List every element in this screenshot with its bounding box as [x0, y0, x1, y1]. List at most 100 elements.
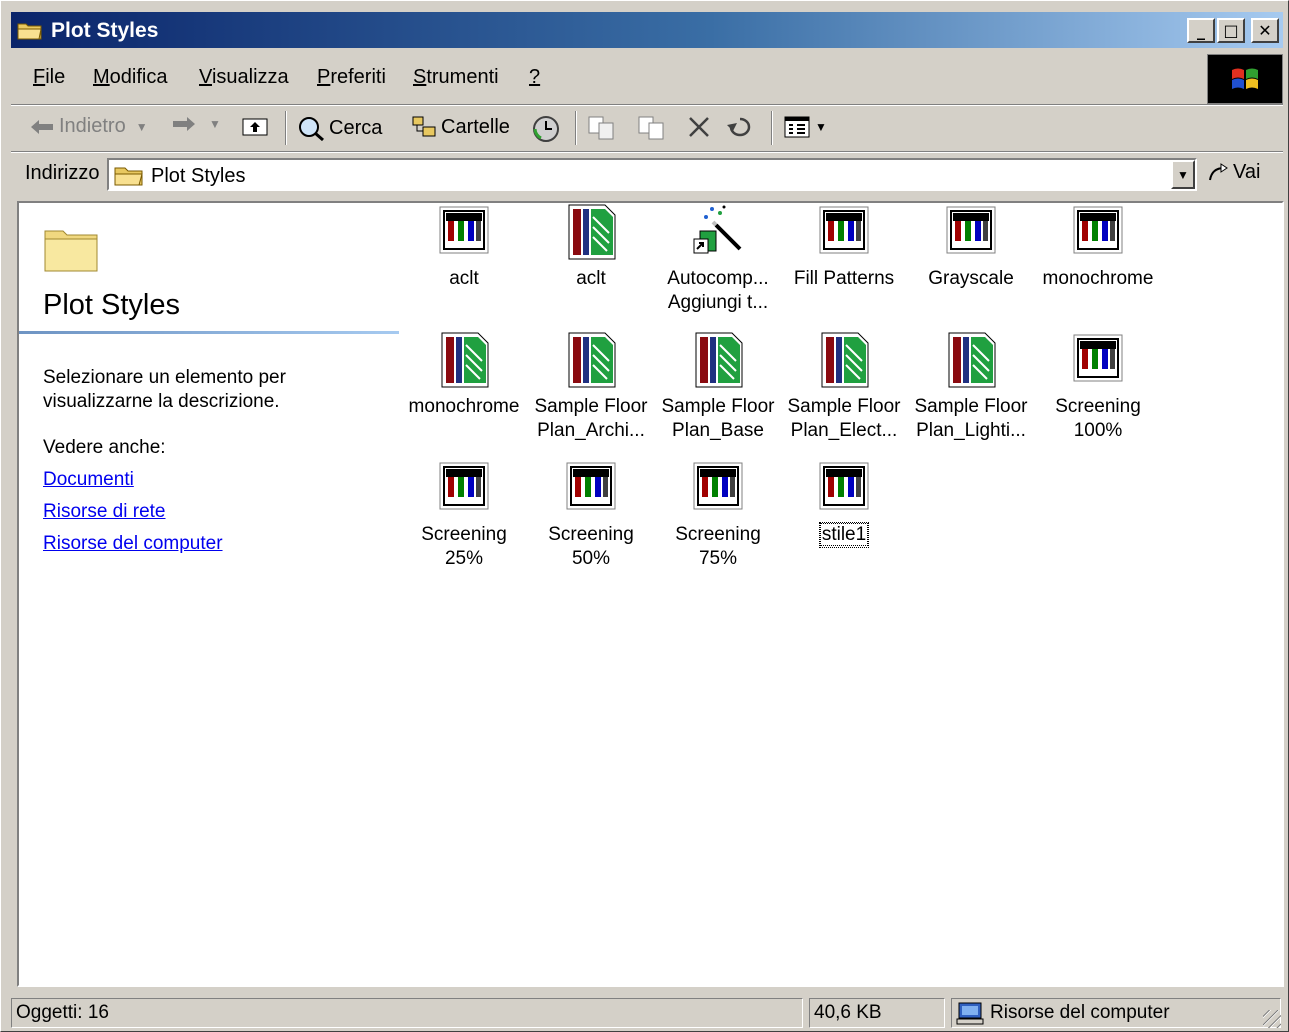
- menu-file-label: ile: [45, 66, 66, 88]
- wizard-shortcut-icon: [690, 203, 746, 261]
- file-item[interactable]: Screening 25%: [401, 459, 527, 571]
- copy-to-button[interactable]: [637, 115, 667, 141]
- file-label: monochrome: [408, 396, 520, 417]
- folder-content-view[interactable]: Plot Styles Selezionare un elemento per …: [17, 201, 1284, 987]
- views-button[interactable]: ▼: [783, 115, 827, 139]
- back-button[interactable]: Indietro ▼: [29, 115, 148, 138]
- search-button[interactable]: Cerca: [297, 115, 382, 141]
- file-item[interactable]: Sample Floor Plan_Archi...: [528, 331, 654, 443]
- menu-favorites-key: P: [317, 66, 331, 88]
- go-button[interactable]: Vai: [1207, 160, 1260, 184]
- file-label: Screening 100%: [1055, 396, 1141, 441]
- file-label: Screening 50%: [548, 524, 634, 569]
- file-label: Sample Floor Plan_Elect...: [787, 396, 901, 441]
- web-view-pane: Plot Styles Selezionare un elemento per …: [19, 203, 399, 985]
- file-item[interactable]: Sample Floor Plan_Base: [655, 331, 781, 443]
- toolbar-separator: [285, 111, 287, 145]
- ctb-icon: [816, 459, 872, 517]
- link-my-computer[interactable]: Risorse del computer: [43, 533, 223, 555]
- stb-icon: [690, 331, 746, 389]
- file-item[interactable]: monochrome: [401, 331, 527, 419]
- menu-tools[interactable]: Strumenti: [413, 66, 499, 89]
- file-item[interactable]: Screening 50%: [528, 459, 654, 571]
- pane-title: Plot Styles: [43, 289, 180, 321]
- folder-icon: [17, 23, 42, 40]
- forward-button[interactable]: ▼: [171, 115, 221, 133]
- minimize-button[interactable]: _: [1187, 18, 1215, 43]
- menu-view-key: V: [199, 66, 212, 88]
- go-arrow-icon: [1209, 163, 1228, 181]
- address-input[interactable]: Plot Styles ▼: [107, 158, 1197, 191]
- resize-grip[interactable]: [1263, 1010, 1281, 1028]
- file-item[interactable]: Grayscale: [908, 203, 1034, 291]
- undo-icon: [727, 117, 751, 137]
- forward-dropdown-icon[interactable]: ▼: [209, 117, 221, 131]
- address-dropdown-button[interactable]: ▼: [1171, 160, 1195, 189]
- back-arrow-icon: [31, 119, 53, 134]
- search-icon: [299, 117, 324, 141]
- file-label: stile1: [819, 523, 869, 546]
- file-item[interactable]: aclt: [401, 203, 527, 291]
- file-item[interactable]: Screening 100%: [1035, 331, 1161, 443]
- ctb-icon: [1070, 203, 1126, 261]
- address-value: Plot Styles: [151, 165, 246, 187]
- views-dropdown-icon[interactable]: ▼: [815, 120, 827, 134]
- file-item[interactable]: monochrome: [1035, 203, 1161, 291]
- stb-icon: [563, 203, 619, 261]
- status-bar: Oggetti: 16 40,6 KB Risorse del computer: [11, 996, 1283, 1030]
- explorer-window: Plot Styles _ □ ✕ File Modifica Visualiz…: [0, 0, 1289, 1032]
- menu-tools-label: trumenti: [426, 66, 499, 88]
- maximize-button[interactable]: □: [1217, 18, 1245, 43]
- file-label: Autocomp... Aggiungi t...: [667, 268, 769, 313]
- link-network-places[interactable]: Risorse di rete: [43, 501, 166, 523]
- stb-icon: [563, 331, 619, 389]
- file-label: Sample Floor Plan_Archi...: [534, 396, 648, 441]
- up-folder-button[interactable]: [241, 115, 269, 137]
- search-label: Cerca: [329, 116, 383, 139]
- ctb-icon: [690, 459, 746, 517]
- file-item[interactable]: Sample Floor Plan_Elect...: [781, 331, 907, 443]
- status-zone-label: Risorse del computer: [990, 1002, 1170, 1023]
- go-label: Vai: [1233, 160, 1261, 183]
- history-button[interactable]: [531, 115, 561, 143]
- delete-button[interactable]: [687, 115, 711, 139]
- menu-file[interactable]: File: [33, 66, 65, 89]
- file-label: monochrome: [1042, 268, 1154, 289]
- link-documents[interactable]: Documenti: [43, 469, 134, 491]
- file-item[interactable]: Sample Floor Plan_Lighti...: [908, 331, 1034, 443]
- window-title: Plot Styles: [51, 19, 159, 42]
- copy-to-icon: [638, 116, 664, 140]
- menu-view[interactable]: Visualizza: [199, 66, 289, 89]
- address-label: Indirizzo: [25, 162, 100, 184]
- file-item[interactable]: aclt: [528, 203, 654, 291]
- move-to-button[interactable]: [587, 115, 617, 141]
- menu-file-key: F: [33, 66, 46, 88]
- history-icon: [533, 116, 559, 142]
- file-item[interactable]: Autocomp... Aggiungi t...: [655, 203, 781, 315]
- close-button[interactable]: ✕: [1251, 18, 1279, 43]
- folders-label: Cartelle: [441, 115, 510, 138]
- menu-edit-label: odifica: [109, 66, 168, 88]
- undo-button[interactable]: [725, 115, 755, 137]
- pane-description: Selezionare un elemento per visualizzarn…: [43, 367, 286, 412]
- menu-favorites[interactable]: Preferiti: [317, 66, 386, 89]
- title-bar[interactable]: Plot Styles _ □ ✕: [11, 12, 1283, 48]
- folders-button[interactable]: Cartelle: [411, 115, 510, 139]
- up-folder-icon: [242, 118, 268, 136]
- menu-edit[interactable]: Modifica: [93, 66, 167, 89]
- address-bar: Indirizzo Plot Styles ▼ Vai: [11, 152, 1283, 198]
- menu-help[interactable]: ?: [529, 66, 540, 89]
- file-item[interactable]: Screening 75%: [655, 459, 781, 571]
- toolbar-separator: [575, 111, 577, 145]
- file-item[interactable]: stile1: [781, 459, 907, 548]
- back-dropdown-icon[interactable]: ▼: [136, 120, 148, 134]
- file-label: aclt: [576, 268, 606, 289]
- ctb-icon: [436, 203, 492, 261]
- file-item[interactable]: Fill Patterns: [781, 203, 907, 291]
- file-label: Screening 25%: [421, 524, 507, 569]
- menu-edit-key: M: [93, 66, 110, 88]
- ctb-icon: [943, 203, 999, 261]
- ctb-icon: [816, 203, 872, 261]
- ctb-icon: [563, 459, 619, 517]
- computer-icon: [956, 1002, 984, 1025]
